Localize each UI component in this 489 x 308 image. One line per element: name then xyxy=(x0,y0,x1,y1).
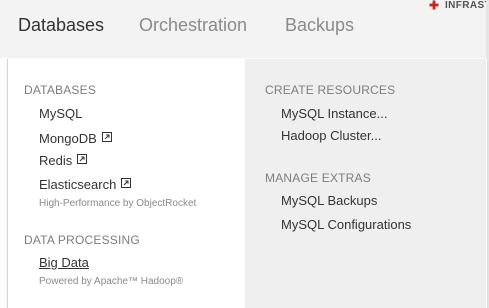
create-resources-heading: CREATE RESOURCES xyxy=(265,83,396,97)
external-link-icon xyxy=(77,154,88,164)
menu-item-big-data[interactable]: Big Data xyxy=(39,255,89,270)
data-processing-heading: DATA PROCESSING xyxy=(24,233,140,247)
menu-item-mysql-configurations[interactable]: MySQL Configurations xyxy=(281,217,411,232)
elasticsearch-note: High-Performance by ObjectRocket xyxy=(39,198,197,209)
databases-heading: DATABASES xyxy=(24,83,97,97)
menu-item-hadoop-cluster[interactable]: Hadoop Cluster... xyxy=(281,128,381,143)
top-navigation: Databases Orchestration Backups INFRAST xyxy=(0,0,489,58)
menu-item-mongodb[interactable]: MongoDB xyxy=(39,131,112,146)
menu-item-elasticsearch[interactable]: Elasticsearch xyxy=(39,177,132,192)
big-data-note: Powered by Apache™ Hadoop® xyxy=(39,276,184,287)
external-link-icon xyxy=(101,132,112,142)
menu-item-mysql-backups[interactable]: MySQL Backups xyxy=(281,193,377,208)
external-link-icon xyxy=(121,178,132,188)
tab-orchestration[interactable]: Orchestration xyxy=(139,15,247,36)
menu-item-mysql-instance[interactable]: MySQL Instance... xyxy=(281,106,387,121)
tab-backups[interactable]: Backups xyxy=(285,15,354,36)
menu-item-label: MySQL xyxy=(39,106,83,121)
infrastructure-link[interactable]: INFRAST xyxy=(445,0,489,12)
plus-icon xyxy=(429,0,439,10)
menu-item-label: MongoDB xyxy=(39,131,97,146)
menu-item-label: Elasticsearch xyxy=(39,177,117,192)
tab-databases[interactable]: Databases xyxy=(18,15,104,36)
menu-item-label: Redis xyxy=(39,153,73,168)
manage-extras-heading: MANAGE EXTRAS xyxy=(265,171,371,185)
menu-item-mysql[interactable]: MySQL xyxy=(39,106,82,121)
menu-item-redis[interactable]: Redis xyxy=(39,153,88,168)
